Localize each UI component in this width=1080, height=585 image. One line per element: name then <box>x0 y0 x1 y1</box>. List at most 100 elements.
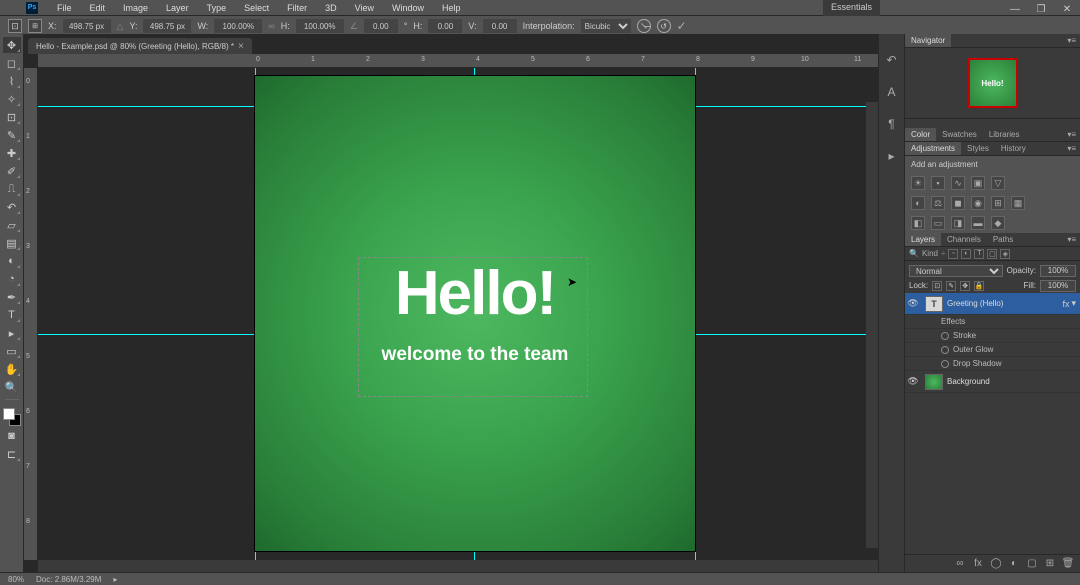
panel-menu-icon[interactable]: ▾≡ <box>1063 36 1080 45</box>
color-swatch[interactable] <box>3 408 21 426</box>
window-close[interactable]: ✕ <box>1054 0 1080 18</box>
adj-levels-icon[interactable]: ▪ <box>931 176 945 190</box>
delta-icon[interactable]: △ <box>117 21 124 32</box>
blur-tool[interactable]: ◐ <box>3 253 21 269</box>
zoom-level[interactable]: 80% <box>8 575 24 584</box>
skew-h-input[interactable] <box>428 19 462 33</box>
menu-edit[interactable]: Edit <box>83 2 113 14</box>
tab-color[interactable]: Color <box>905 128 936 141</box>
character-icon[interactable]: A <box>884 84 900 100</box>
adjustment-layer-icon[interactable]: ◐ <box>1008 558 1020 570</box>
visibility-icon[interactable]: 👁 <box>905 376 921 387</box>
type-tool[interactable]: T <box>3 307 21 323</box>
history-icon[interactable]: ↶ <box>884 52 900 68</box>
menu-file[interactable]: File <box>50 2 79 14</box>
filter-pixel-icon[interactable]: ▫ <box>948 249 958 259</box>
layer-style-icon[interactable]: fx <box>972 558 984 570</box>
adj-vibrance-icon[interactable]: ▽ <box>991 176 1005 190</box>
navigator-zoom-slider[interactable] <box>905 118 1080 128</box>
menu-filter[interactable]: Filter <box>280 2 314 14</box>
menu-window[interactable]: Window <box>385 2 431 14</box>
navigator-thumbnail[interactable]: Hello! <box>968 58 1018 108</box>
angle-input[interactable] <box>364 19 398 33</box>
cancel-transform-icon[interactable] <box>637 19 651 33</box>
gradient-tool[interactable]: ▤ <box>3 235 21 251</box>
dodge-tool[interactable]: ◔ <box>3 271 21 287</box>
ruler-horizontal[interactable]: 0 1 2 3 4 5 6 7 8 9 10 11 12 <box>38 54 878 68</box>
menu-select[interactable]: Select <box>237 2 276 14</box>
close-tab-icon[interactable]: × <box>238 41 244 52</box>
link-icon[interactable]: ∞ <box>268 21 274 31</box>
ruler-vertical[interactable]: 0 1 2 3 4 5 6 7 8 <box>24 68 38 560</box>
adj-bw-icon[interactable]: ◼ <box>951 196 965 210</box>
paragraph-icon[interactable]: ¶ <box>884 116 900 132</box>
adj-selectivecolor-icon[interactable]: ◆ <box>991 216 1005 230</box>
tab-channels[interactable]: Channels <box>941 233 987 246</box>
x-input[interactable] <box>63 19 111 33</box>
workspace-switcher[interactable]: Essentials <box>823 0 880 16</box>
layer-background[interactable]: 👁 Background <box>905 371 1080 393</box>
eyedropper-tool[interactable]: ✎ <box>3 127 21 143</box>
layer-greeting[interactable]: 👁 T Greeting (Hello) fx ▾ <box>905 293 1080 315</box>
fill-input[interactable] <box>1040 280 1076 292</box>
effect-stroke[interactable]: Stroke <box>905 329 1080 343</box>
lock-pixels-icon[interactable]: ✎ <box>946 281 956 291</box>
layer-mask-icon[interactable]: ◯ <box>990 558 1002 570</box>
tab-styles[interactable]: Styles <box>961 142 995 155</box>
path-select-tool[interactable]: ▸ <box>3 325 21 341</box>
guide-vertical[interactable] <box>695 68 696 560</box>
effect-drop-shadow[interactable]: Drop Shadow <box>905 357 1080 371</box>
shape-tool[interactable]: ▭ <box>3 343 21 359</box>
commit-transform-icon[interactable]: ✓ <box>677 19 687 33</box>
menu-layer[interactable]: Layer <box>159 2 196 14</box>
menu-3d[interactable]: 3D <box>318 2 344 14</box>
adj-hue-icon[interactable]: ◐ <box>911 196 925 210</box>
layer-name[interactable]: Greeting (Hello) <box>947 299 1060 308</box>
adj-colorbalance-icon[interactable]: ⚖ <box>931 196 945 210</box>
actions-icon[interactable]: ▸ <box>884 148 900 164</box>
menu-help[interactable]: Help <box>435 2 468 14</box>
magic-wand-tool[interactable]: ✧ <box>3 91 21 107</box>
adj-curves-icon[interactable]: ∿ <box>951 176 965 190</box>
reset-transform-icon[interactable]: ↺ <box>657 19 671 33</box>
fx-chevron-icon[interactable]: ▾ <box>1071 298 1076 309</box>
visibility-icon[interactable]: 👁 <box>905 298 921 309</box>
tab-adjustments[interactable]: Adjustments <box>905 142 961 155</box>
y-input[interactable] <box>143 19 191 33</box>
brush-tool[interactable]: ✐ <box>3 163 21 179</box>
tab-paths[interactable]: Paths <box>987 233 1019 246</box>
foreground-color[interactable] <box>3 408 15 420</box>
lock-all-icon[interactable]: 🔒 <box>974 281 984 291</box>
doc-size[interactable]: Doc: 2.86M/3.29M <box>36 575 101 584</box>
navigator-panel[interactable]: Hello! <box>905 48 1080 118</box>
filter-type-icon[interactable]: T <box>974 249 984 259</box>
effect-toggle-icon[interactable] <box>941 360 949 368</box>
w-input[interactable] <box>214 19 262 33</box>
skew-v-input[interactable] <box>483 19 517 33</box>
marquee-tool[interactable]: ◻ <box>3 55 21 71</box>
layer-effects-header[interactable]: Effects <box>905 315 1080 329</box>
history-brush-tool[interactable]: ↶ <box>3 199 21 215</box>
h-input[interactable] <box>296 19 344 33</box>
filter-smart-icon[interactable]: ◈ <box>1000 249 1010 259</box>
interpolation-select[interactable]: Bicubic <box>581 19 631 33</box>
tab-libraries[interactable]: Libraries <box>983 128 1026 141</box>
eraser-tool[interactable]: ▱ <box>3 217 21 233</box>
tab-layers[interactable]: Layers <box>905 233 941 246</box>
layer-name[interactable]: Background <box>947 377 1076 386</box>
adj-brightness-icon[interactable]: ☀ <box>911 176 925 190</box>
lasso-tool[interactable]: ⌇ <box>3 73 21 89</box>
filter-adjust-icon[interactable]: ◐ <box>961 249 971 259</box>
panel-menu-icon[interactable]: ▾≡ <box>1063 130 1080 139</box>
menu-image[interactable]: Image <box>116 2 155 14</box>
adj-invert-icon[interactable]: ◧ <box>911 216 925 230</box>
lock-transparent-icon[interactable]: ⊡ <box>932 281 942 291</box>
status-arrow-icon[interactable]: ▸ <box>113 575 117 584</box>
adj-posterize-icon[interactable]: ▭ <box>931 216 945 230</box>
adj-threshold-icon[interactable]: ◨ <box>951 216 965 230</box>
pen-tool[interactable]: ✒ <box>3 289 21 305</box>
clone-stamp-tool[interactable]: ⎍ <box>3 181 21 197</box>
reference-point-icon[interactable]: ⊞ <box>28 19 42 33</box>
lock-position-icon[interactable]: ✥ <box>960 281 970 291</box>
tab-swatches[interactable]: Swatches <box>936 128 983 141</box>
